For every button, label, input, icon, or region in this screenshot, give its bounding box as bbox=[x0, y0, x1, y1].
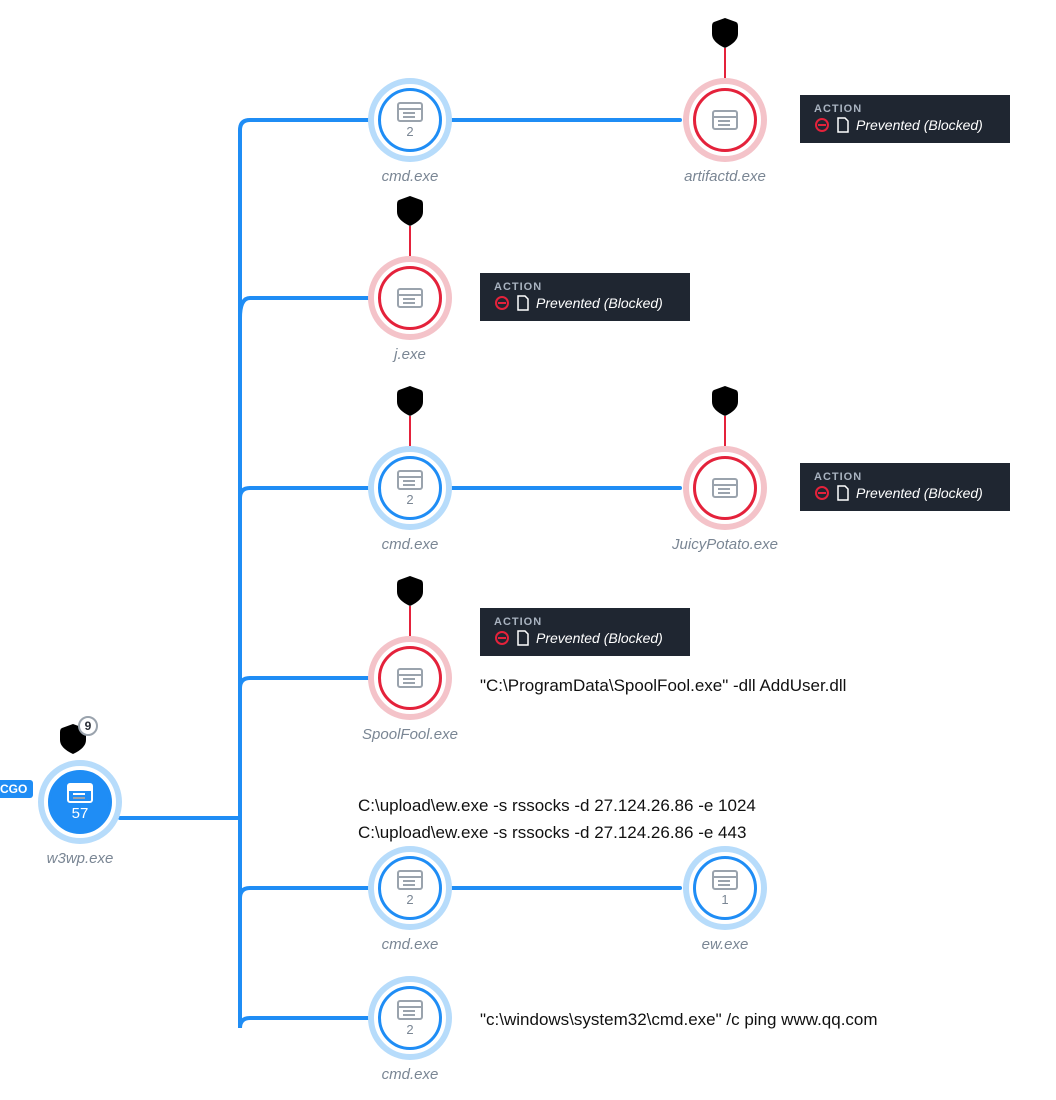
terminal-icon bbox=[397, 668, 423, 688]
shield-icon bbox=[395, 574, 425, 608]
terminal-icon bbox=[397, 102, 423, 122]
child-count: 2 bbox=[406, 124, 413, 139]
action-text: Prevented (Blocked) bbox=[536, 295, 663, 311]
terminal-icon bbox=[712, 110, 738, 130]
cgo-tag: CGO bbox=[0, 780, 33, 798]
process-label: ew.exe bbox=[665, 936, 785, 953]
terminal-icon bbox=[397, 470, 423, 490]
action-title: ACTION bbox=[814, 471, 996, 483]
spoolfool-node[interactable] bbox=[368, 636, 452, 720]
action-title: ACTION bbox=[494, 281, 676, 293]
document-icon bbox=[836, 117, 850, 133]
document-icon bbox=[516, 630, 530, 646]
child-count: 2 bbox=[406, 892, 413, 907]
cmd-node-4[interactable]: 2 bbox=[368, 976, 452, 1060]
process-label: j.exe bbox=[350, 346, 470, 363]
terminal-icon bbox=[712, 478, 738, 498]
block-icon bbox=[494, 630, 510, 646]
process-label: artifactd.exe bbox=[665, 168, 785, 185]
connector-lines bbox=[0, 0, 1056, 1100]
child-count: 2 bbox=[406, 492, 413, 507]
command-line: C:\upload\ew.exe -s rssocks -d 27.124.26… bbox=[358, 796, 756, 816]
terminal-icon bbox=[397, 288, 423, 308]
action-title: ACTION bbox=[814, 103, 996, 115]
action-text: Prevented (Blocked) bbox=[856, 117, 983, 133]
process-label: cmd.exe bbox=[350, 536, 470, 553]
child-count: 1 bbox=[721, 892, 728, 907]
jexe-node[interactable] bbox=[368, 256, 452, 340]
shield-icon bbox=[395, 194, 425, 228]
action-title: ACTION bbox=[494, 616, 676, 628]
action-tooltip: ACTION Prevented (Blocked) bbox=[480, 273, 690, 321]
terminal-icon bbox=[67, 783, 93, 803]
terminal-icon bbox=[397, 1000, 423, 1020]
document-icon bbox=[836, 485, 850, 501]
terminal-icon bbox=[397, 870, 423, 890]
process-label: w3wp.exe bbox=[20, 850, 140, 867]
juicypotato-node[interactable] bbox=[683, 446, 767, 530]
action-tooltip: ACTION Prevented (Blocked) bbox=[480, 608, 690, 656]
command-line: "c:\windows\system32\cmd.exe" /c ping ww… bbox=[480, 1010, 878, 1030]
cmd-node-2[interactable]: 2 bbox=[368, 446, 452, 530]
alert-count-badge: 9 bbox=[78, 716, 98, 736]
shield-icon bbox=[710, 16, 740, 50]
shield-icon bbox=[710, 384, 740, 418]
block-icon bbox=[814, 117, 830, 133]
child-count: 57 bbox=[72, 805, 89, 822]
action-text: Prevented (Blocked) bbox=[856, 485, 983, 501]
artifactd-node[interactable] bbox=[683, 78, 767, 162]
root-process-node[interactable]: 57 bbox=[38, 760, 122, 844]
action-tooltip: ACTION Prevented (Blocked) bbox=[800, 95, 1010, 143]
action-tooltip: ACTION Prevented (Blocked) bbox=[800, 463, 1010, 511]
cmd-node-1[interactable]: 2 bbox=[368, 78, 452, 162]
ew-node[interactable]: 1 bbox=[683, 846, 767, 930]
action-text: Prevented (Blocked) bbox=[536, 630, 663, 646]
command-line: "C:\ProgramData\SpoolFool.exe" -dll AddU… bbox=[480, 676, 846, 696]
shield-icon bbox=[395, 384, 425, 418]
process-label: SpoolFool.exe bbox=[350, 726, 470, 743]
terminal-icon bbox=[712, 870, 738, 890]
process-label: JuicyPotato.exe bbox=[665, 536, 785, 553]
process-label: cmd.exe bbox=[350, 1066, 470, 1083]
child-count: 2 bbox=[406, 1022, 413, 1037]
block-icon bbox=[494, 295, 510, 311]
cmd-node-3[interactable]: 2 bbox=[368, 846, 452, 930]
document-icon bbox=[516, 295, 530, 311]
process-label: cmd.exe bbox=[350, 936, 470, 953]
process-label: cmd.exe bbox=[350, 168, 470, 185]
block-icon bbox=[814, 485, 830, 501]
command-line: C:\upload\ew.exe -s rssocks -d 27.124.26… bbox=[358, 823, 746, 843]
